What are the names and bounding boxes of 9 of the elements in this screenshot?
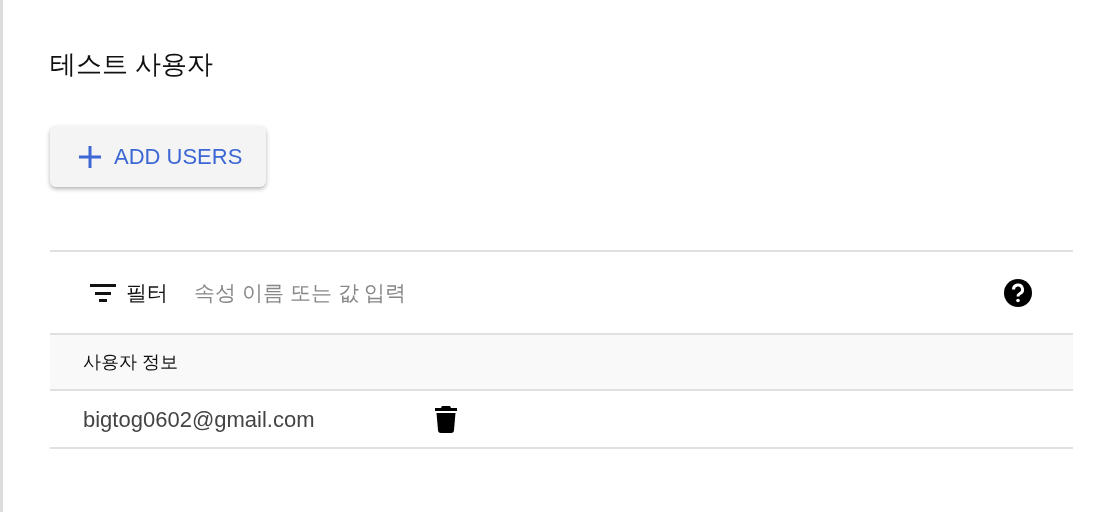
email-cell-text: bigtog0602@gmail.com [83, 405, 316, 434]
trash-icon[interactable] [434, 405, 458, 433]
help-icon[interactable] [1003, 277, 1033, 308]
add-users-button[interactable]: ADD USERS [50, 126, 267, 187]
column-header: 사용자 정보 [83, 350, 178, 374]
page-title: 테스트 사용자 [50, 48, 215, 81]
filter-icon [90, 282, 116, 303]
filter-label: 필터 [126, 279, 168, 306]
plus-icon [78, 144, 102, 169]
